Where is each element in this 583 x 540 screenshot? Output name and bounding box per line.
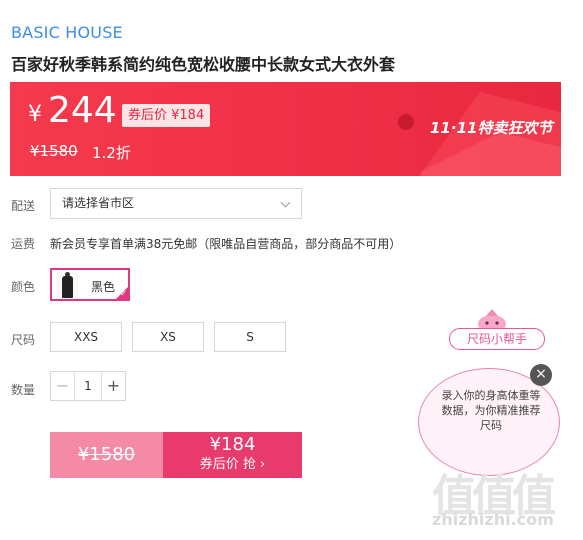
region-select[interactable]: 请选择省市区 xyxy=(50,188,302,219)
color-thumbnail xyxy=(56,272,78,298)
check-icon: ✓ xyxy=(120,289,127,298)
event-label: 11·11特卖狂欢节 xyxy=(430,119,553,137)
size-helper-text: 录入你的身高体重等数据，为你精准推荐尺码 xyxy=(441,389,541,432)
quantity-stepper: − 1 + xyxy=(50,371,126,401)
size-option-xxs[interactable]: XXS xyxy=(50,322,122,352)
price-banner: ¥ 244 券后价 ¥184 ¥1580 1.2折 11·11特卖狂欢节 xyxy=(10,82,561,176)
original-price: ¥1580 xyxy=(30,142,78,160)
quantity-label: 数量 xyxy=(11,383,36,397)
close-icon[interactable]: × xyxy=(530,364,552,386)
region-select-placeholder: 请选择省市区 xyxy=(62,196,135,210)
current-price: 244 xyxy=(48,90,117,131)
buy-action-label: 券后价 抢 › xyxy=(199,457,266,472)
product-title: 百家好秋季韩系简约纯色宽松收腰中长款女式大衣外套 xyxy=(11,55,396,74)
color-label: 颜色 xyxy=(11,280,36,294)
size-option-xs[interactable]: XS xyxy=(132,322,204,352)
increase-button[interactable]: + xyxy=(101,372,125,400)
coat-icon xyxy=(62,276,73,298)
size-helper-tag[interactable]: 尺码小帮手 xyxy=(449,328,545,350)
color-option-label: 黑色 xyxy=(91,280,116,294)
quantity-input[interactable]: 1 xyxy=(75,372,101,400)
color-option-black[interactable]: 黑色 ✓ xyxy=(50,268,130,301)
decrease-button[interactable]: − xyxy=(51,372,75,400)
buy-coupon-price: ¥184 xyxy=(209,434,256,455)
buy-with-coupon-button[interactable]: ¥184 券后价 抢 › xyxy=(163,432,302,478)
brand-name[interactable]: BASIC HOUSE xyxy=(11,23,123,42)
shipping-label: 运费 xyxy=(11,237,36,251)
chevron-down-icon xyxy=(280,197,291,208)
size-label: 尺码 xyxy=(11,333,36,347)
price-currency: ¥ xyxy=(28,102,42,127)
coupon-price-badge: 券后价 ¥184 xyxy=(122,104,211,127)
delivery-label: 配送 xyxy=(11,199,36,213)
shipping-info: 新会员专享首单满38元免邮（限唯品自营商品，部分商品不可用） xyxy=(50,237,402,251)
buy-original-price[interactable]: ¥1580 xyxy=(50,432,163,478)
size-option-s[interactable]: S xyxy=(214,322,286,352)
watermark-url: zhizhizhi.com xyxy=(432,510,554,529)
discount-label: 1.2折 xyxy=(92,144,131,162)
